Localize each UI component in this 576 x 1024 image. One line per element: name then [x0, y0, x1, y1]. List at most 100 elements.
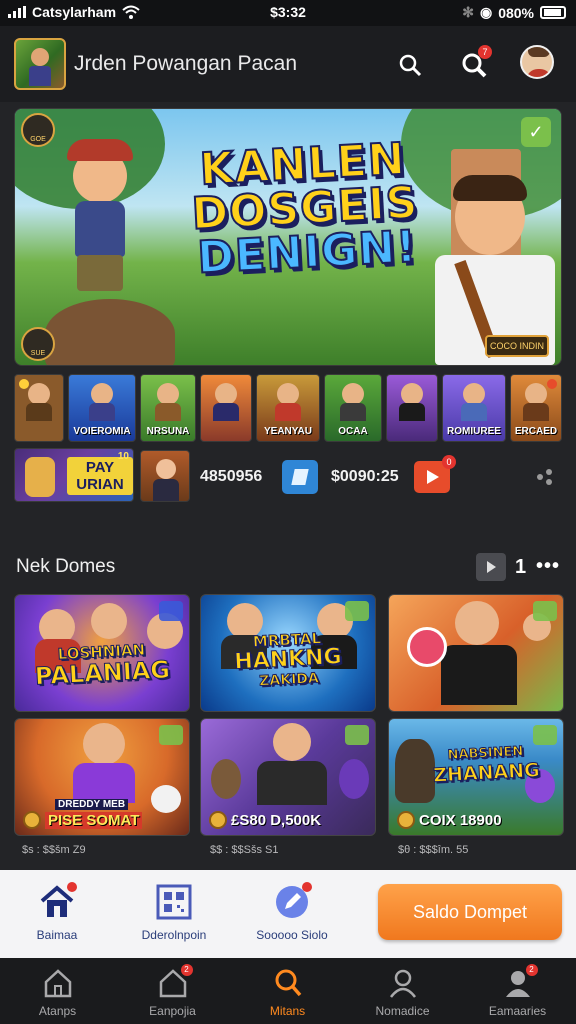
- promo-label-line-2: URIAN: [76, 476, 124, 493]
- game-card[interactable]: MRBTAL HANKNG ZAKIDA: [200, 594, 376, 712]
- card-title: MRBTAL HANKNG ZAKIDA: [201, 626, 375, 693]
- game-card[interactable]: £S80 D,500K: [200, 718, 376, 836]
- hero-title: KANLEN DOSGEIS DENIGN!: [172, 133, 439, 285]
- thumbnail-caption: ERCAED: [514, 426, 558, 437]
- home-alert-dot: [67, 882, 77, 892]
- app-title: Jrden Powangan Pacan: [74, 52, 297, 75]
- coin-icon: [23, 811, 41, 829]
- game-card[interactable]: LOSHNIAN PALANIAG: [14, 594, 190, 712]
- section-title: Nek Domes: [16, 556, 116, 577]
- promo-number: 10: [117, 451, 129, 462]
- stat-value-1: 4850956: [200, 468, 263, 485]
- nav-label: Eamaaries: [488, 1004, 547, 1018]
- next-page-button[interactable]: [476, 553, 506, 581]
- app-logo[interactable]: [14, 38, 66, 90]
- battery-percent: 080%: [498, 4, 534, 21]
- nav-badge: 2: [525, 964, 538, 976]
- nav-item-eanpojia[interactable]: 2 Eanpojia: [115, 964, 230, 1018]
- edit-action[interactable]: Sooooo Siolo: [250, 882, 334, 942]
- game-thumbnail[interactable]: [386, 374, 438, 442]
- more-options-icon[interactable]: •••: [536, 555, 560, 578]
- nav-item-mitans[interactable]: Mitans: [230, 968, 345, 1018]
- stat-value-2: $0090:25: [331, 468, 399, 485]
- nav-badge: 2: [180, 964, 193, 976]
- status-bar: Catsylarham $3:32 ✻ ◉ 080%: [0, 0, 576, 26]
- game-thumbnail[interactable]: ROMIUREE: [442, 374, 506, 442]
- nav-item-atanps[interactable]: Atanps: [0, 968, 115, 1018]
- promo-character: [25, 457, 55, 497]
- nav-label: Nomadice: [375, 1004, 430, 1018]
- avatar[interactable]: [520, 45, 554, 79]
- edit-alert-dot: [302, 882, 312, 892]
- card-title: NABSINEN ZHANANG: [408, 741, 563, 788]
- game-thumbnail[interactable]: [14, 374, 64, 442]
- play-badge: 0: [442, 455, 456, 469]
- edit-icon: [274, 882, 312, 920]
- tag-icon-button[interactable]: [282, 460, 318, 494]
- nav-item-eamaaries[interactable]: 2 Eamaaries: [460, 964, 575, 1018]
- hero-title-line-3: DENIGN!: [195, 220, 419, 284]
- hero-badge-bottom: SUE: [21, 327, 55, 361]
- game-thumbnail[interactable]: NRSUNA: [140, 374, 196, 442]
- scan-action[interactable]: Dderolnpoin: [134, 884, 214, 942]
- notification-button[interactable]: 7: [452, 43, 496, 87]
- thumbnail-caption: OCAA: [338, 426, 368, 437]
- thumbnail-caption: ROMIUREE: [447, 426, 501, 437]
- game-thumbnail[interactable]: OCAA: [324, 374, 382, 442]
- hero-tag: COCO INDIN: [485, 335, 549, 357]
- hero-badge-top-text: GOE: [30, 136, 46, 143]
- action-bar: Baimaa Dderolnpoin Sooooo Siolo Saldo Do…: [0, 870, 576, 958]
- home-icon: [42, 968, 74, 998]
- game-card[interactable]: NABSINEN ZHANANG COIX 18900: [388, 718, 564, 836]
- hero-check-icon[interactable]: ✓: [521, 117, 551, 147]
- nav-label: Atanps: [38, 1004, 77, 1018]
- game-thumbnail[interactable]: VOIEROMIA: [68, 374, 136, 442]
- card-title: LOSHNIAN PALANIAG: [15, 638, 189, 691]
- game-thumbnail[interactable]: YEANYAU: [256, 374, 320, 442]
- card-tag: DREDDY MEB: [55, 799, 129, 810]
- hero-rock: [45, 299, 175, 365]
- game-thumbnail[interactable]: ERCAED: [510, 374, 562, 442]
- hero-banner[interactable]: KANLEN DOSGEIS DENIGN! GOE SUE ✓ COCO IN…: [14, 108, 562, 366]
- thumbnail-caption: YEANYAU: [264, 426, 312, 437]
- home-action[interactable]: Baimaa: [22, 882, 92, 942]
- store-icon: 2: [157, 964, 193, 998]
- game-thumbnail[interactable]: [200, 374, 252, 442]
- promo-label: PAY URIAN: [67, 457, 133, 495]
- character-thumbnail[interactable]: [140, 450, 190, 502]
- thumbnail-caption: NRSUNA: [146, 426, 190, 437]
- nav-item-nomadice[interactable]: Nomadice: [345, 968, 460, 1018]
- scan-action-label: Dderolnpoin: [141, 928, 207, 942]
- notification-badge: 7: [478, 45, 492, 59]
- hero-badge-bottom-text: SUE: [30, 350, 46, 357]
- hero-badge-top: GOE: [21, 113, 55, 147]
- search-icon: [272, 968, 304, 998]
- card-title-line-2: PALANIAG: [34, 655, 171, 691]
- account-icon: 2: [502, 964, 538, 998]
- profile-icon: [387, 968, 419, 998]
- nav-label: Eanpojia: [149, 1004, 196, 1018]
- card-subtext: $θ : $$$îm. 55: [398, 844, 469, 856]
- play-button[interactable]: 0: [414, 455, 456, 493]
- share-icon[interactable]: [536, 468, 554, 486]
- coin-icon: [397, 811, 415, 829]
- app-header: Jrden Powangan Pacan 7: [0, 26, 576, 102]
- edit-action-label: Sooooo Siolo: [256, 928, 328, 942]
- nav-label: Mitans: [269, 1004, 306, 1018]
- game-card[interactable]: DREDDY MEB PISE SOMAT: [14, 718, 190, 836]
- card-subtext: $$ : $$Sšs S1: [210, 844, 279, 856]
- card-badge-icon: [407, 627, 447, 667]
- thumbnail-caption: VOIEROMIA: [73, 426, 131, 437]
- card-price-text: PISE SOMAT: [45, 812, 143, 829]
- home-icon: [39, 882, 77, 920]
- card-price: £S80 D,500K: [231, 812, 322, 829]
- saldo-dompet-button[interactable]: Saldo Dompet: [378, 884, 562, 940]
- promo-thumbnail[interactable]: PAY URIAN 10: [14, 448, 134, 502]
- bottom-nav: Atanps 2 Eanpojia Mitans Nomadice 2 Eama…: [0, 958, 576, 1024]
- card-price: PISE SOMAT: [45, 812, 143, 829]
- battery-icon: [540, 6, 566, 19]
- coin-icon: [209, 811, 227, 829]
- search-button[interactable]: [388, 43, 432, 87]
- page-number: 1: [515, 556, 527, 578]
- game-card[interactable]: [388, 594, 564, 712]
